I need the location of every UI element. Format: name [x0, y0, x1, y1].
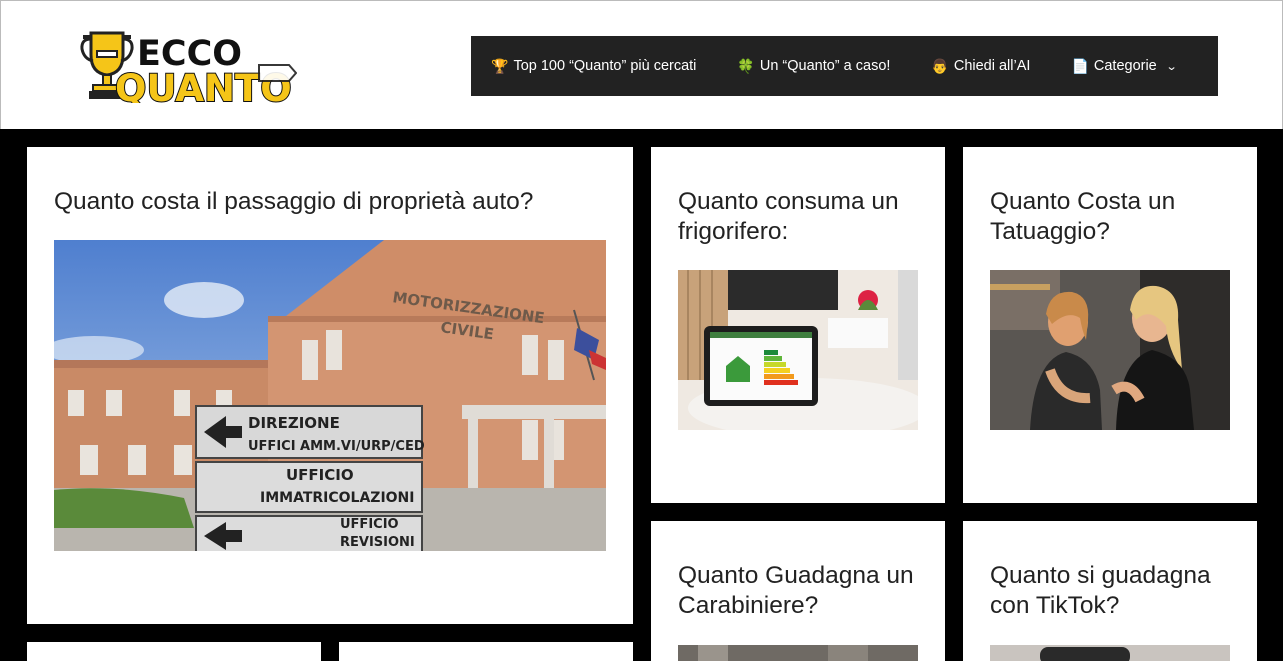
post-thumbnail[interactable] [990, 270, 1230, 430]
trophy-icon: 🏆 [491, 57, 509, 74]
post-card: Quanto Costa un Tatuaggio? [963, 147, 1257, 503]
chevron-down-icon[interactable]: ⌄ [1165, 60, 1177, 73]
page-icon: 📄 [1071, 57, 1089, 74]
post-thumbnail[interactable] [678, 270, 918, 430]
nav-item-label: Categorie [1093, 58, 1157, 74]
nav-item-ask-ai[interactable]: 👨 Chiedi all’AI [931, 36, 1030, 96]
nav-item-random[interactable]: 🍀 Un “Quanto” a caso! [737, 36, 890, 96]
main-nav: 🏆 Top 100 “Quanto” più cercati 🍀 Un “Qua… [471, 36, 1218, 96]
post-card [339, 642, 633, 661]
post-thumbnail[interactable] [990, 645, 1230, 661]
post-card: Quanto Guadagna un Carabiniere? [651, 521, 945, 661]
sign-text: UFFICIO [340, 517, 399, 532]
post-card: Quanto si guadagna con TikTok? [963, 521, 1257, 661]
post-card [27, 642, 321, 661]
nav-item-top100[interactable]: 🏆 Top 100 “Quanto” più cercati [491, 36, 696, 96]
nav-item-categories[interactable]: 📄 Categorie ⌄ [1071, 36, 1177, 96]
person-icon: 👨 [931, 57, 949, 74]
post-title[interactable]: Quanto si guadagna con TikTok? [990, 561, 1240, 621]
post-card: Quanto costa il passaggio di proprietà a… [27, 147, 633, 624]
site-logo[interactable]: ECCO QUANTO [79, 29, 297, 103]
post-title[interactable]: Quanto Guadagna un Carabiniere? [678, 561, 928, 621]
post-title[interactable]: Quanto consuma un frigorifero: [678, 187, 928, 247]
post-title[interactable]: Quanto Costa un Tatuaggio? [990, 187, 1240, 247]
post-title[interactable]: Quanto costa il passaggio di proprietà a… [54, 187, 614, 217]
sign-text: DIREZIONE [248, 414, 340, 432]
sign-text: UFFICIO [286, 466, 354, 484]
nav-item-label: Chiedi all’AI [953, 58, 1031, 74]
nav-item-label: Un “Quanto” a caso! [759, 58, 891, 74]
site-header: ECCO QUANTO 🏆 Top 100 “Quanto” più cerca… [0, 0, 1283, 129]
sign-text: IMMATRICOLAZIONI [260, 490, 414, 506]
sign-text: UFFICI AMM.VI/URP/CED [248, 439, 425, 454]
nav-item-label: Top 100 “Quanto” più cercati [513, 58, 697, 74]
post-thumbnail[interactable]: MOTORIZZAZIONE CIVILE DIREZIONE UFFICI A… [54, 240, 606, 551]
post-thumbnail[interactable] [678, 645, 918, 661]
clover-icon: 🍀 [737, 57, 755, 74]
sign-text: REVISIONI [340, 535, 415, 550]
post-card: Quanto consuma un frigorifero: [651, 147, 945, 503]
